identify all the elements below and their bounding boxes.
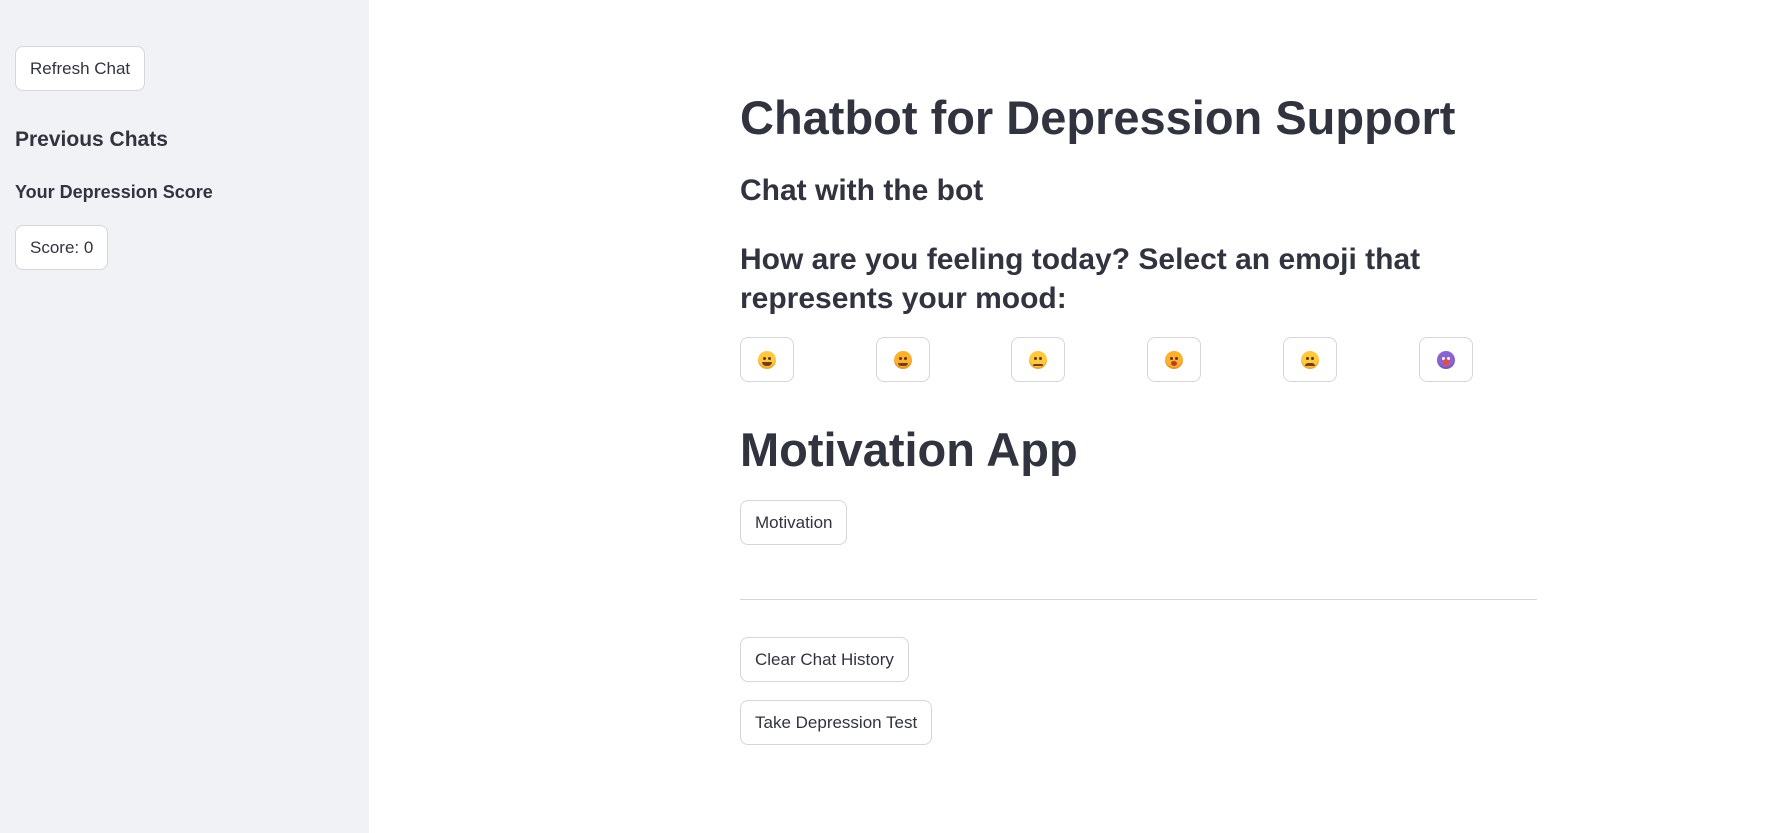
- mood-prompt: How are you feeling today? Select an emo…: [740, 243, 1421, 315]
- page-title: Chatbot for Depression Support: [740, 91, 1456, 144]
- previous-chats-heading: Previous Chats: [15, 128, 168, 151]
- sidebar: Refresh Chat Previous Chats Your Depress…: [0, 0, 369, 833]
- grinning-face-icon: [758, 350, 776, 369]
- motivation-button[interactable]: Motivation: [740, 500, 848, 545]
- motivation-heading: Motivation App: [740, 423, 1078, 476]
- sad-face-icon: [1301, 350, 1319, 369]
- emoji-button-sad[interactable]: [1283, 337, 1337, 382]
- smiling-face-icon: [894, 350, 912, 369]
- chat-subheading: Chat with the bot: [740, 174, 984, 207]
- emoji-button-grinning[interactable]: [740, 337, 794, 382]
- divider: [740, 599, 1537, 600]
- take-depression-test-button[interactable]: Take Depression Test: [740, 700, 933, 745]
- emoji-button-worried[interactable]: [1147, 337, 1201, 382]
- clear-chat-history-button[interactable]: Clear Chat History: [740, 637, 909, 682]
- emoji-button-neutral[interactable]: [1011, 337, 1065, 382]
- worried-face-icon: [1165, 350, 1183, 369]
- score-badge[interactable]: Score: 0: [15, 225, 109, 270]
- refresh-chat-button[interactable]: Refresh Chat: [15, 46, 146, 91]
- emoji-button-screaming[interactable]: [1419, 337, 1473, 382]
- emoji-button-smiling[interactable]: [876, 337, 930, 382]
- neutral-face-icon: [1029, 350, 1047, 369]
- screaming-face-icon: [1437, 350, 1455, 369]
- depression-score-heading: Your Depression Score: [15, 182, 213, 202]
